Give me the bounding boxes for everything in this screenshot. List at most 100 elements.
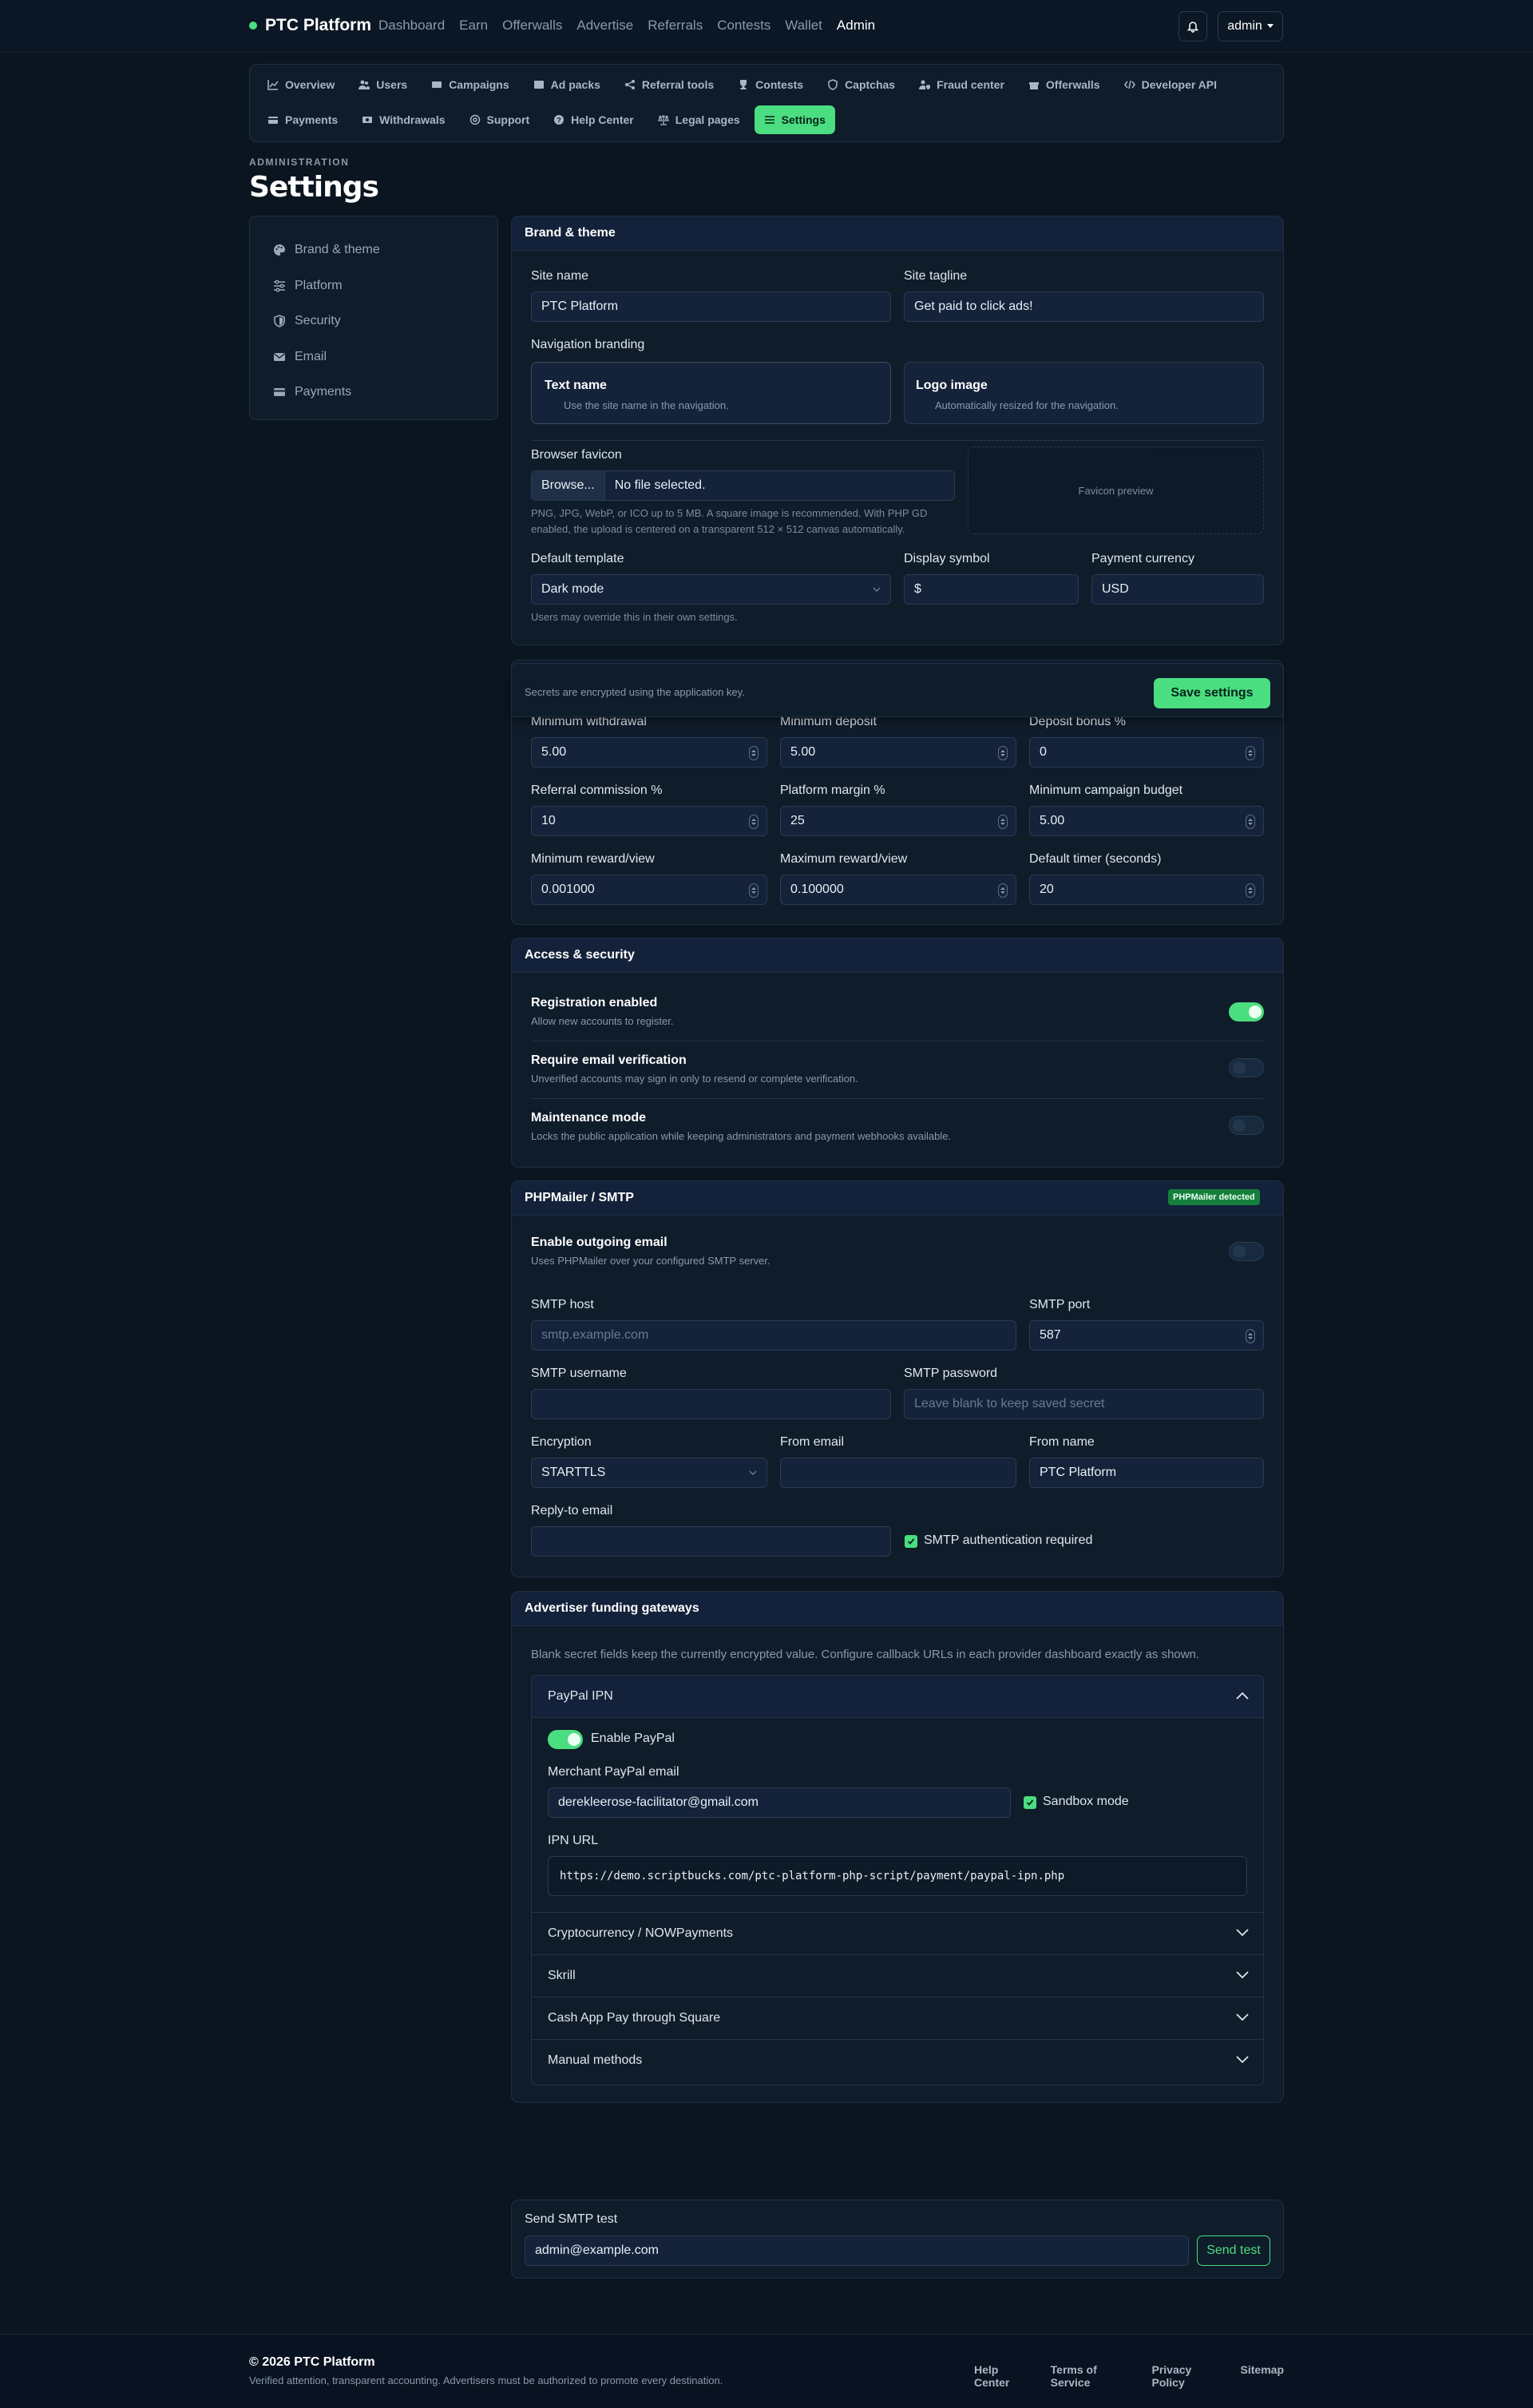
- registration-toggle[interactable]: [1229, 1002, 1264, 1022]
- nav-earn[interactable]: Earn: [459, 18, 488, 34]
- browse-button[interactable]: Browse...: [532, 471, 605, 500]
- reply-to-input[interactable]: [531, 1526, 891, 1557]
- smtp-host-input[interactable]: smtp.example.com: [531, 1320, 1016, 1351]
- sidenav-payments[interactable]: Payments: [250, 375, 497, 411]
- template-select[interactable]: Dark mode: [531, 574, 891, 605]
- min-deposit-input[interactable]: 5.00: [780, 737, 1016, 768]
- smtp-test-label: Send SMTP test: [525, 2212, 618, 2226]
- footer-link-terms[interactable]: Terms of Service: [1051, 2363, 1135, 2389]
- smtp-test-email-input[interactable]: admin@example.com: [525, 2235, 1189, 2266]
- sandbox-checkbox[interactable]: [1024, 1796, 1036, 1809]
- min-budget-input[interactable]: 5.00: [1029, 806, 1264, 836]
- paypal-email-input[interactable]: derekleerose-facilitator@gmail.com: [548, 1787, 1011, 1818]
- nav-wallet[interactable]: Wallet: [785, 18, 822, 34]
- stepper-icon[interactable]: [749, 815, 759, 829]
- stepper-icon[interactable]: [1246, 1329, 1255, 1343]
- admin-tab-payments[interactable]: Payments: [258, 105, 347, 134]
- palette-icon: [272, 243, 287, 257]
- site-tagline-input[interactable]: Get paid to click ads!: [904, 292, 1264, 322]
- input-value: 5.00: [541, 745, 567, 759]
- maintenance-toggle[interactable]: [1229, 1116, 1264, 1135]
- sidenav-security[interactable]: Security: [250, 303, 497, 339]
- admin-nav-row-1: Overview Users Campaigns Ad packs Referr…: [258, 70, 1231, 99]
- notifications-button[interactable]: [1178, 11, 1207, 42]
- footer-link-privacy[interactable]: Privacy Policy: [1152, 2363, 1223, 2389]
- site-name-input[interactable]: PTC Platform: [531, 292, 891, 322]
- admin-tab-campaigns[interactable]: Campaigns: [422, 70, 518, 99]
- stepper-icon[interactable]: [998, 883, 1008, 898]
- currency-input[interactable]: USD: [1091, 574, 1264, 605]
- admin-tab-users[interactable]: Users: [349, 70, 417, 99]
- admin-tab-label: Help Center: [571, 113, 634, 126]
- min-reward-label: Minimum reward/view: [531, 852, 655, 866]
- brand-logo[interactable]: PTC Platform: [249, 16, 371, 35]
- nav-dashboard[interactable]: Dashboard: [378, 18, 445, 34]
- enable-email-toggle[interactable]: [1229, 1242, 1264, 1261]
- footer-link-help-center[interactable]: Help Center: [974, 2363, 1033, 2389]
- admin-tab-fraud-center[interactable]: Fraud center: [909, 70, 1014, 99]
- footer: © 2026 PTC Platform Verified attention, …: [0, 2334, 1533, 2408]
- deposit-bonus-input[interactable]: 0: [1029, 737, 1264, 768]
- smtp-port-input[interactable]: 587: [1029, 1320, 1264, 1351]
- verify-toggle[interactable]: [1229, 1058, 1264, 1077]
- nav-admin[interactable]: Admin: [837, 18, 875, 34]
- skrill-accordion-header[interactable]: Skrill: [532, 1954, 1263, 1997]
- admin-tab-captchas[interactable]: Captchas: [818, 70, 905, 99]
- admin-tab-help-center[interactable]: ? Help Center: [544, 105, 644, 134]
- admin-tab-label: Ad packs: [550, 78, 600, 91]
- admin-tab-settings[interactable]: Settings: [754, 105, 835, 134]
- crypto-accordion-header[interactable]: Cryptocurrency / NOWPayments: [532, 1912, 1263, 1954]
- nav-referrals[interactable]: Referrals: [648, 18, 703, 34]
- symbol-input[interactable]: $: [904, 574, 1079, 605]
- ref-commission-input[interactable]: 10: [531, 806, 767, 836]
- stepper-icon[interactable]: [998, 815, 1008, 829]
- send-test-button[interactable]: Send test: [1197, 2235, 1270, 2266]
- sidenav-email[interactable]: Email: [250, 339, 497, 375]
- manual-accordion-header[interactable]: Manual methods: [532, 2039, 1263, 2081]
- min-withdrawal-input[interactable]: 5.00: [531, 737, 767, 768]
- stepper-icon[interactable]: [998, 746, 1008, 760]
- min-reward-input[interactable]: 0.001000: [531, 875, 767, 905]
- admin-tab-support[interactable]: Support: [460, 105, 540, 134]
- admin-tab-offerwalls[interactable]: Offerwalls: [1019, 70, 1110, 99]
- stepper-icon[interactable]: [1246, 883, 1255, 898]
- nav-contests[interactable]: Contests: [717, 18, 770, 34]
- sidenav-platform[interactable]: Platform: [250, 268, 497, 304]
- stepper-icon[interactable]: [1246, 746, 1255, 760]
- admin-tab-ad-packs[interactable]: Ad packs: [524, 70, 610, 99]
- admin-tab-legal-pages[interactable]: Legal pages: [648, 105, 750, 134]
- nav-offerwalls[interactable]: Offerwalls: [502, 18, 562, 34]
- smtp-auth-checkbox[interactable]: [905, 1535, 917, 1548]
- nav-advertise[interactable]: Advertise: [576, 18, 633, 34]
- favicon-file-input[interactable]: Browse... No file selected.: [531, 470, 955, 501]
- rectangle-ad-icon: [431, 79, 442, 90]
- cashapp-accordion-header[interactable]: Cash App Pay through Square: [532, 1997, 1263, 2039]
- branding-option-text[interactable]: Text name Use the site name in the navig…: [531, 362, 891, 424]
- paypal-accordion-header[interactable]: PayPal IPN: [532, 1676, 1263, 1718]
- admin-tab-overview[interactable]: Overview: [258, 70, 344, 99]
- margin-input[interactable]: 25: [780, 806, 1016, 836]
- user-menu-button[interactable]: admin: [1218, 11, 1283, 42]
- paypal-enable-toggle[interactable]: [548, 1730, 583, 1749]
- admin-tab-contests[interactable]: Contests: [728, 70, 813, 99]
- admin-tab-developer-api[interactable]: Developer API: [1115, 70, 1226, 99]
- input-value: 0: [1040, 745, 1047, 759]
- stepper-icon[interactable]: [749, 746, 759, 760]
- admin-tab-referral-tools[interactable]: Referral tools: [615, 70, 723, 99]
- from-name-input[interactable]: PTC Platform: [1029, 1458, 1264, 1488]
- save-settings-button[interactable]: Save settings: [1154, 678, 1270, 708]
- smtp-password-input[interactable]: Leave blank to keep saved secret: [904, 1389, 1264, 1419]
- from-email-input[interactable]: [780, 1458, 1016, 1488]
- admin-tab-withdrawals[interactable]: Withdrawals: [352, 105, 454, 134]
- stepper-icon[interactable]: [749, 883, 759, 898]
- stepper-icon[interactable]: [1246, 815, 1255, 829]
- max-reward-input[interactable]: 0.100000: [780, 875, 1016, 905]
- admin-tab-label: Support: [486, 113, 530, 126]
- ipn-url-field[interactable]: https://demo.scriptbucks.com/ptc-platfor…: [548, 1856, 1247, 1896]
- timer-input[interactable]: 20: [1029, 875, 1264, 905]
- branding-option-logo[interactable]: Logo image Automatically resized for the…: [904, 362, 1264, 424]
- footer-link-sitemap[interactable]: Sitemap: [1241, 2363, 1284, 2389]
- sidenav-brand-theme[interactable]: Brand & theme: [250, 232, 497, 268]
- encryption-select[interactable]: STARTTLS: [531, 1458, 767, 1488]
- smtp-username-input[interactable]: [531, 1389, 891, 1419]
